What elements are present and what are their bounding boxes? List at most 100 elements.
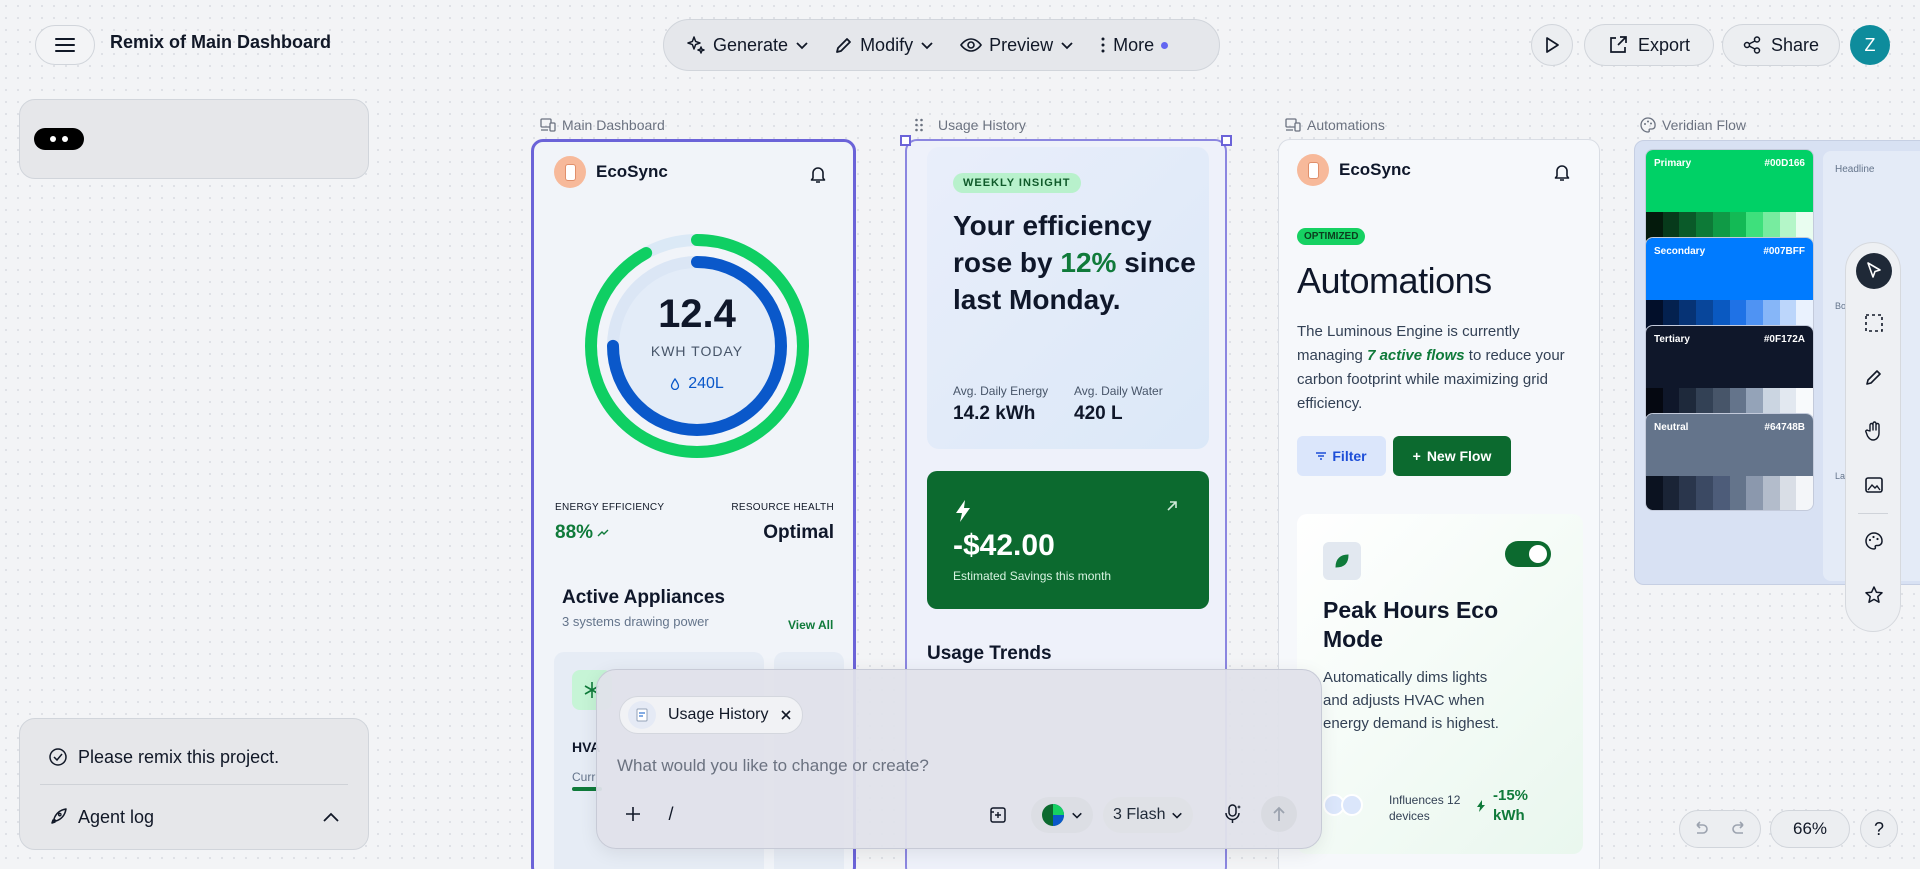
close-icon[interactable]: [780, 709, 792, 721]
preview-menu[interactable]: Preview: [952, 25, 1082, 65]
brand-logo-icon: [554, 156, 586, 188]
eye-icon: [960, 38, 983, 52]
hand-tool[interactable]: [1856, 413, 1892, 449]
energy-value: 12.4: [658, 292, 736, 336]
color-swatch-secondary[interactable]: Secondary #007BFF: [1645, 237, 1814, 335]
slash-commands-button[interactable]: /: [659, 798, 683, 830]
export-button[interactable]: Export: [1584, 24, 1714, 66]
color-swatch-neutral[interactable]: Neutral #64748B: [1645, 413, 1814, 511]
frame-label-main[interactable]: Main Dashboard: [540, 117, 665, 133]
share-button[interactable]: Share: [1722, 24, 1840, 66]
toggle-knob: [1529, 545, 1547, 563]
chat-panel: Usage History / 3 Flash: [596, 669, 1322, 849]
draw-tool[interactable]: [1856, 359, 1892, 395]
chevron-down-icon: [796, 42, 808, 50]
share-label: Share: [1770, 34, 1820, 55]
add-frame-button[interactable]: [983, 800, 1013, 830]
preview-label: Preview: [989, 34, 1054, 55]
flow-card[interactable]: Peak Hours Eco Mode Automatically dims l…: [1297, 514, 1583, 854]
user-avatar[interactable]: Z: [1850, 25, 1890, 65]
generate-menu[interactable]: Generate: [678, 25, 817, 65]
thinking-indicator: [34, 128, 84, 150]
flow-description: Automatically dims lights and adjusts HV…: [1323, 669, 1499, 732]
filter-label: Filter: [1332, 448, 1367, 464]
history-controls: [1679, 810, 1761, 848]
add-attachment-button[interactable]: [617, 798, 649, 830]
more-label: More: [1113, 34, 1155, 55]
shade-chip: [1679, 476, 1697, 510]
new-flow-button[interactable]: + New Flow: [1393, 436, 1511, 476]
context-chip[interactable]: Usage History: [619, 696, 804, 734]
selection-handle[interactable]: [1221, 135, 1232, 146]
frame-label-veridian-text: Veridian Flow: [1662, 117, 1747, 133]
bolt-icon: [1477, 800, 1485, 812]
automations-frame[interactable]: EcoSync OPTIMIZED Automations The Lumino…: [1278, 139, 1600, 869]
divider: [40, 784, 348, 785]
brand-logo-icon: [1297, 154, 1329, 186]
impact-value: -15% kWh: [1493, 787, 1529, 824]
select-tool[interactable]: [1856, 253, 1892, 289]
hand-icon: [1865, 421, 1880, 441]
help-button[interactable]: ?: [1860, 810, 1898, 848]
bell-icon[interactable]: [809, 164, 827, 184]
water-readout: 240L: [581, 375, 813, 393]
chat-input[interactable]: [617, 756, 1297, 776]
selection-handle[interactable]: [900, 135, 911, 146]
savings-card[interactable]: -$42.00 Estimated Savings this month: [927, 471, 1209, 609]
brand: EcoSync: [1297, 154, 1411, 186]
frame-label-usage[interactable]: Usage History: [914, 117, 1026, 133]
export-label: Export: [1637, 34, 1691, 55]
swatch-shade-strip: [1646, 476, 1813, 510]
bell-icon[interactable]: [1553, 162, 1571, 182]
color-swatch-tertiary[interactable]: Tertiary #0F172A: [1645, 325, 1814, 423]
brand-name: EcoSync: [596, 162, 668, 181]
flow-toggle[interactable]: [1505, 541, 1551, 567]
automations-description: The Luminous Engine is currently managin…: [1297, 320, 1587, 416]
headline-percent: 12%: [1060, 247, 1117, 278]
swatch-hex: #64748B: [1764, 422, 1805, 433]
insight-headline: Your efficiency rose by 12% since last M…: [953, 207, 1203, 318]
frame-label-veridian[interactable]: Veridian Flow: [1640, 117, 1746, 133]
rocket-icon: [51, 808, 67, 824]
image-tool[interactable]: [1856, 467, 1892, 503]
trend-up-icon: [597, 529, 609, 537]
efficiency-label: ENERGY EFFICIENCY: [555, 502, 665, 513]
swatch-name: Neutral: [1654, 422, 1689, 433]
new-flow-label: New Flow: [1426, 448, 1492, 464]
play-button[interactable]: [1531, 24, 1573, 66]
marquee-tool[interactable]: [1856, 305, 1892, 341]
send-button[interactable]: [1261, 796, 1297, 832]
model-label: 3 Flash: [1113, 806, 1166, 823]
more-menu[interactable]: More: [1092, 25, 1176, 65]
theme-swatch-icon: [1042, 804, 1064, 826]
redo-icon[interactable]: [1731, 821, 1749, 837]
flow-title: Peak Hours Eco Mode: [1323, 597, 1499, 652]
appliances-title: Active Appliances: [562, 587, 725, 608]
theme-picker[interactable]: [1031, 797, 1093, 833]
agent-log-toggle[interactable]: Agent log: [20, 797, 368, 837]
active-flows-count: 7 active flows: [1367, 347, 1465, 364]
theme-tool[interactable]: [1856, 523, 1892, 559]
frame-thumbnail-icon: [628, 701, 656, 729]
undo-icon[interactable]: [1691, 821, 1709, 837]
menu-button[interactable]: [35, 25, 95, 65]
cursor-icon: [1867, 262, 1881, 278]
brand: EcoSync: [554, 156, 668, 188]
voice-input-button[interactable]: [1217, 798, 1249, 830]
shade-chip: [1696, 476, 1713, 510]
filter-button[interactable]: Filter: [1297, 436, 1386, 476]
efficiency-value: 88%: [555, 522, 594, 543]
view-all-link[interactable]: View All: [788, 618, 833, 632]
favorite-tool[interactable]: [1856, 577, 1892, 613]
appliance-sub: Curr: [572, 770, 596, 784]
health-label: RESOURCE HEALTH: [731, 502, 834, 513]
zoom-level[interactable]: 66%: [1770, 810, 1850, 848]
color-swatch-primary[interactable]: Primary #00D166: [1645, 149, 1814, 247]
frame-label-automations[interactable]: Automations: [1285, 117, 1385, 133]
swatch-header: Tertiary #0F172A: [1646, 326, 1813, 388]
shade-chip: [1712, 476, 1730, 510]
add-frame-icon: [990, 807, 1006, 823]
model-selector[interactable]: 3 Flash: [1103, 797, 1194, 833]
modify-menu[interactable]: Modify: [827, 25, 942, 65]
arrow-up-right-icon[interactable]: [1165, 499, 1179, 513]
